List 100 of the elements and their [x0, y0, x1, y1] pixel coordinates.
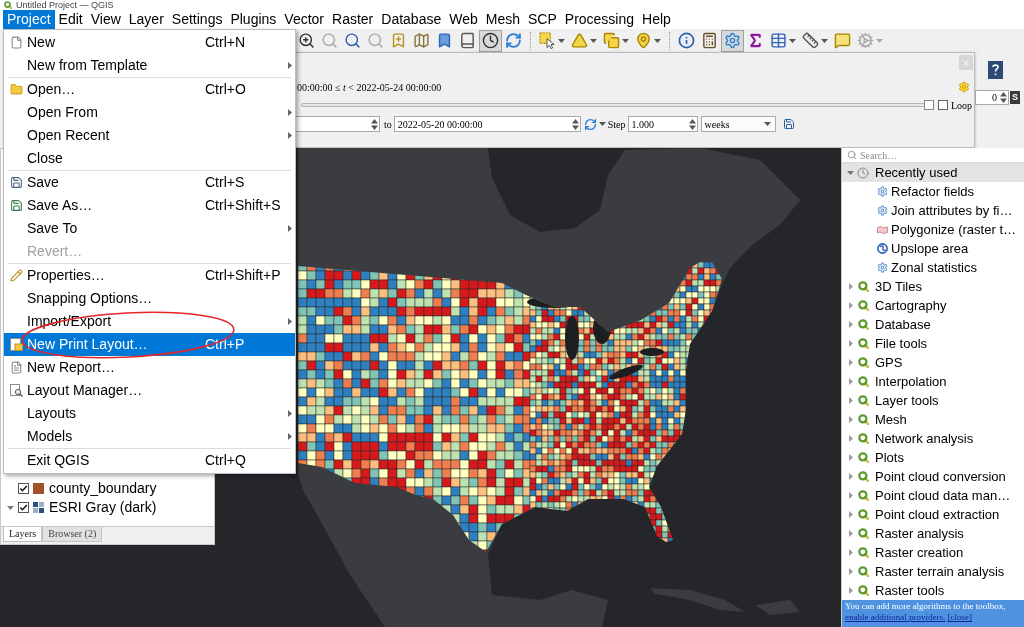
expand-caret-icon[interactable]	[848, 549, 853, 556]
slider-thumb[interactable]	[923, 100, 934, 110]
expand-caret-icon[interactable]	[848, 340, 853, 347]
magnifier-icon	[321, 32, 338, 49]
caret-icon	[622, 38, 629, 43]
menu-bar-item[interactable]: Raster	[328, 10, 378, 29]
menu-bar-item[interactable]: Project	[3, 10, 55, 29]
spin-field[interactable]: 0	[975, 90, 1009, 105]
menu-item[interactable]: New from Template	[4, 54, 295, 77]
refresh-icon	[505, 32, 522, 49]
menu-item[interactable]: Save Ctrl+S	[4, 171, 295, 194]
layer-checkbox[interactable]	[18, 483, 29, 494]
menu-bar-item[interactable]: Vector	[280, 10, 329, 29]
menu-bar-item[interactable]: SCP	[524, 10, 561, 29]
expand-caret-icon[interactable]	[848, 492, 853, 499]
menu-item[interactable]: New Report…	[4, 356, 295, 379]
step-field[interactable]: 1.000	[627, 116, 698, 132]
menu-item[interactable]: Open… Ctrl+O	[4, 78, 295, 101]
menu-bar-item[interactable]: Layer	[124, 10, 168, 29]
layout-page-icon	[9, 338, 23, 351]
refresh-button[interactable]	[583, 117, 606, 131]
menu-bar-item[interactable]: View	[86, 10, 125, 29]
close-link[interactable]: [close]	[947, 612, 972, 622]
expand-caret-icon[interactable]	[847, 170, 854, 175]
expand-caret-icon[interactable]	[848, 530, 853, 537]
magnifier-icon	[367, 32, 384, 49]
toolbar-button[interactable]	[536, 29, 568, 52]
spinner-icon[interactable]	[571, 118, 579, 130]
ruler-icon	[802, 32, 819, 49]
menu-bar-item[interactable]: Settings	[167, 10, 227, 29]
expand-caret-icon[interactable]	[848, 359, 853, 366]
menu-bar-item[interactable]: Processing	[560, 10, 639, 29]
expand-caret-icon[interactable]	[848, 302, 853, 309]
caret-icon	[654, 38, 661, 43]
menu-item[interactable]: Open From	[4, 101, 295, 124]
expand-caret-icon[interactable]	[848, 568, 853, 575]
submenu-arrow-icon	[288, 132, 292, 139]
menu-bar-item[interactable]: Web	[445, 10, 482, 29]
expand-caret-icon[interactable]	[7, 505, 14, 510]
save-button[interactable]	[782, 118, 795, 130]
gear-icon	[877, 186, 888, 197]
submenu-arrow-icon	[288, 433, 292, 440]
menu-item[interactable]: Save To	[4, 217, 295, 240]
menu-item[interactable]: Layouts	[4, 402, 295, 425]
menu-bar-item[interactable]: Plugins	[226, 10, 281, 29]
menu-bar-item[interactable]: Edit	[54, 10, 87, 29]
help-button[interactable]	[988, 61, 1003, 79]
menu-item[interactable]: Layout Manager…	[4, 379, 295, 402]
expand-caret-icon[interactable]	[848, 283, 853, 290]
submenu-arrow-icon	[288, 62, 292, 69]
menu-item[interactable]: Models	[4, 425, 295, 448]
menu-bar-item[interactable]: Mesh	[481, 10, 524, 29]
expand-caret-icon[interactable]	[848, 397, 853, 404]
toolbar-button[interactable]	[479, 29, 502, 52]
menu-shortcut: Ctrl+N	[205, 33, 247, 52]
q-logo-icon	[857, 395, 869, 406]
tree-item[interactable]: Recently used	[842, 163, 1024, 182]
providers-link[interactable]: enable additional providers.	[845, 612, 946, 622]
expand-caret-icon[interactable]	[848, 416, 853, 423]
menu-item[interactable]: Snapping Options…	[4, 287, 295, 310]
tool-button[interactable]: S	[1010, 91, 1020, 104]
expand-caret-icon[interactable]	[848, 435, 853, 442]
menu-item[interactable]: Open Recent	[4, 124, 295, 147]
menu-item[interactable]: New Print Layout… Ctrl+P	[4, 333, 295, 356]
loop-checkbox[interactable]	[937, 100, 948, 110]
gear-icon	[724, 32, 741, 49]
menu-item[interactable]: New Ctrl+N	[4, 31, 295, 54]
settings-button[interactable]	[958, 81, 970, 93]
expand-caret-icon[interactable]	[848, 473, 853, 480]
loop-label: Loop	[950, 98, 972, 113]
unit-dropdown[interactable]: weeks	[700, 116, 776, 132]
expand-caret-icon[interactable]	[848, 321, 853, 328]
panel-tab[interactable]: Layers	[3, 527, 43, 542]
expand-caret-icon[interactable]	[848, 454, 853, 461]
select-pointer-icon	[539, 32, 556, 49]
menu-item[interactable]: Close	[4, 147, 295, 170]
date-time-field[interactable]: 2022-05-20 00:00:00	[393, 116, 581, 132]
page-icon	[9, 361, 23, 374]
sigma-icon	[747, 32, 764, 49]
gear-icon	[877, 262, 888, 273]
menu-item[interactable]: Save As… Ctrl+Shift+S	[4, 194, 295, 217]
spinner-icon[interactable]	[688, 118, 696, 130]
menu-bar-item[interactable]: Database	[377, 10, 446, 29]
spinner-icon[interactable]	[371, 118, 378, 130]
panel-tab[interactable]: Browser (2)	[42, 527, 103, 542]
expand-caret-icon[interactable]	[848, 587, 853, 594]
expand-caret-icon[interactable]	[848, 378, 853, 385]
search-icon	[847, 150, 857, 160]
q-logo-icon	[857, 566, 869, 577]
menu-bar-item[interactable]: Help	[638, 10, 675, 29]
menu-item[interactable]: Properties… Ctrl+Shift+P	[4, 264, 295, 287]
q-logo-icon	[857, 414, 869, 425]
polygon-icon	[877, 225, 888, 234]
time-slider[interactable]	[301, 100, 934, 110]
menu-item[interactable]: Exit QGIS Ctrl+Q	[4, 449, 295, 472]
spinner-icon[interactable]	[1000, 92, 1007, 103]
caret-icon	[598, 122, 606, 126]
expand-caret-icon[interactable]	[848, 511, 853, 518]
layer-checkbox[interactable]	[18, 502, 29, 513]
close-icon	[961, 57, 971, 68]
